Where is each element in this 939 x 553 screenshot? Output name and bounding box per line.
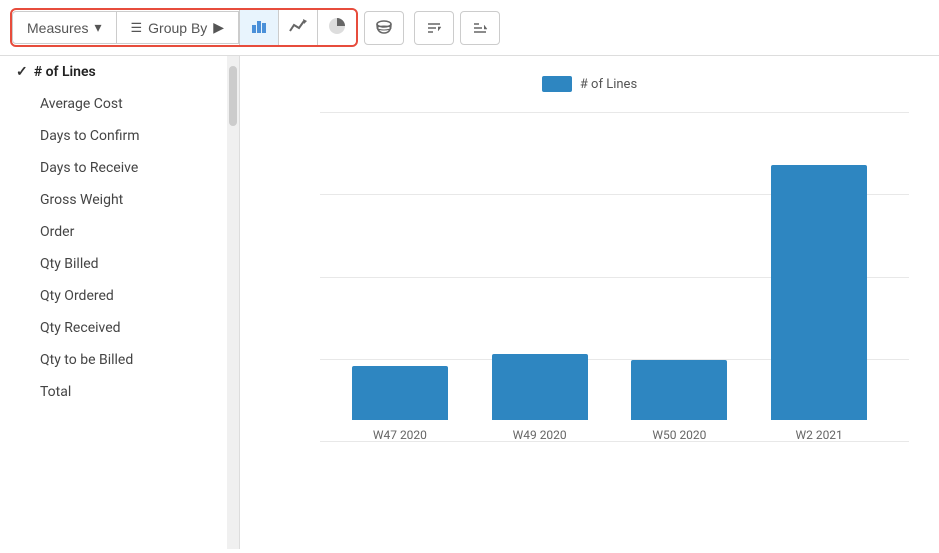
chart-area: # of Lines W47 2020 W49 2020 W50 2020 W2 20… xyxy=(240,56,939,549)
pie-chart-button[interactable] xyxy=(317,10,356,45)
chart-bar xyxy=(352,366,448,420)
sidebar-item-label: Qty Ordered xyxy=(40,288,114,304)
main-content: ✓ # of Lines Average Cost Days to Confirm Da… xyxy=(0,56,939,549)
sidebar-item[interactable]: Days to Receive xyxy=(0,152,239,184)
sidebar-item-label: Gross Weight xyxy=(40,192,123,208)
sort-asc-button[interactable] xyxy=(414,11,454,45)
groupby-label: Group By xyxy=(148,20,207,36)
bars-area: W47 2020 W49 2020 W50 2020 W2 2021 xyxy=(320,112,899,442)
bar-chart-icon xyxy=(250,17,268,35)
chart-legend: # of Lines xyxy=(270,76,909,92)
sort-asc-icon xyxy=(425,19,443,37)
groupby-button[interactable]: ☰ Group By ▶ xyxy=(117,11,240,44)
bar-group: W49 2020 xyxy=(480,354,600,442)
sidebar-item-label: Qty to be Billed xyxy=(40,352,133,368)
sidebar-item[interactable]: Total xyxy=(0,376,239,408)
sidebar-scrollbar-thumb xyxy=(229,66,237,126)
sidebar-item[interactable]: Days to Confirm xyxy=(0,120,239,152)
highlighted-group: Measures ▾ ☰ Group By ▶ xyxy=(10,8,358,47)
toolbar: Measures ▾ ☰ Group By ▶ xyxy=(0,0,939,56)
bar-group: W50 2020 xyxy=(620,360,740,442)
legend-color-swatch xyxy=(542,76,572,92)
line-chart-icon xyxy=(289,17,307,35)
sidebar-item[interactable]: Gross Weight xyxy=(0,184,239,216)
sort-desc-icon xyxy=(471,19,489,37)
chart-bar xyxy=(771,165,867,420)
chart-bar xyxy=(492,354,588,420)
line-chart-button[interactable] xyxy=(278,10,317,45)
bar-chart: W47 2020 W49 2020 W50 2020 W2 2021 xyxy=(270,112,909,472)
sidebar-item[interactable]: Order xyxy=(0,216,239,248)
sidebar-item-label: # of Lines xyxy=(34,64,96,80)
measures-sidebar: ✓ # of Lines Average Cost Days to Confirm Da… xyxy=(0,56,240,549)
measures-button[interactable]: Measures ▾ xyxy=(12,11,117,44)
bar-group: W2 2021 xyxy=(759,165,879,442)
bar-group: W47 2020 xyxy=(340,366,460,442)
measures-dropdown-icon: ▾ xyxy=(94,19,101,36)
bar-label: W49 2020 xyxy=(513,428,567,442)
stack-button[interactable] xyxy=(364,11,404,45)
bar-label: W47 2020 xyxy=(373,428,427,442)
sidebar-item-label: Average Cost xyxy=(40,96,123,112)
sidebar-item[interactable]: Qty to be Billed xyxy=(0,344,239,376)
bar-label: W2 2021 xyxy=(795,428,842,442)
sidebar-item-label: Total xyxy=(40,384,71,400)
pie-chart-icon xyxy=(328,17,346,35)
sidebar-item-label: Days to Receive xyxy=(40,160,138,176)
sidebar-items-list: ✓ # of Lines Average Cost Days to Confirm Da… xyxy=(0,56,239,408)
groupby-arrow-icon: ▶ xyxy=(213,19,224,36)
stack-icon xyxy=(375,19,393,37)
legend-label: # of Lines xyxy=(580,77,637,92)
chart-bar xyxy=(631,360,727,420)
sort-desc-button[interactable] xyxy=(460,11,500,45)
sidebar-scrollbar[interactable] xyxy=(227,56,239,549)
bar-chart-button[interactable] xyxy=(239,10,278,45)
groupby-lines-icon: ☰ xyxy=(131,20,143,36)
sidebar-item-label: Days to Confirm xyxy=(40,128,140,144)
sidebar-item[interactable]: Average Cost xyxy=(0,88,239,120)
sidebar-item-label: Order xyxy=(40,224,74,240)
checkmark-icon: ✓ xyxy=(16,64,28,80)
sidebar-item-label: Qty Billed xyxy=(40,256,99,272)
sidebar-item[interactable]: Qty Ordered xyxy=(0,280,239,312)
sidebar-item[interactable]: Qty Billed xyxy=(0,248,239,280)
sidebar-item-label: Qty Received xyxy=(40,320,121,336)
sidebar-item[interactable]: ✓ # of Lines xyxy=(0,56,239,88)
measures-label: Measures xyxy=(27,20,88,36)
bar-label: W50 2020 xyxy=(652,428,706,442)
sidebar-item[interactable]: Qty Received xyxy=(0,312,239,344)
